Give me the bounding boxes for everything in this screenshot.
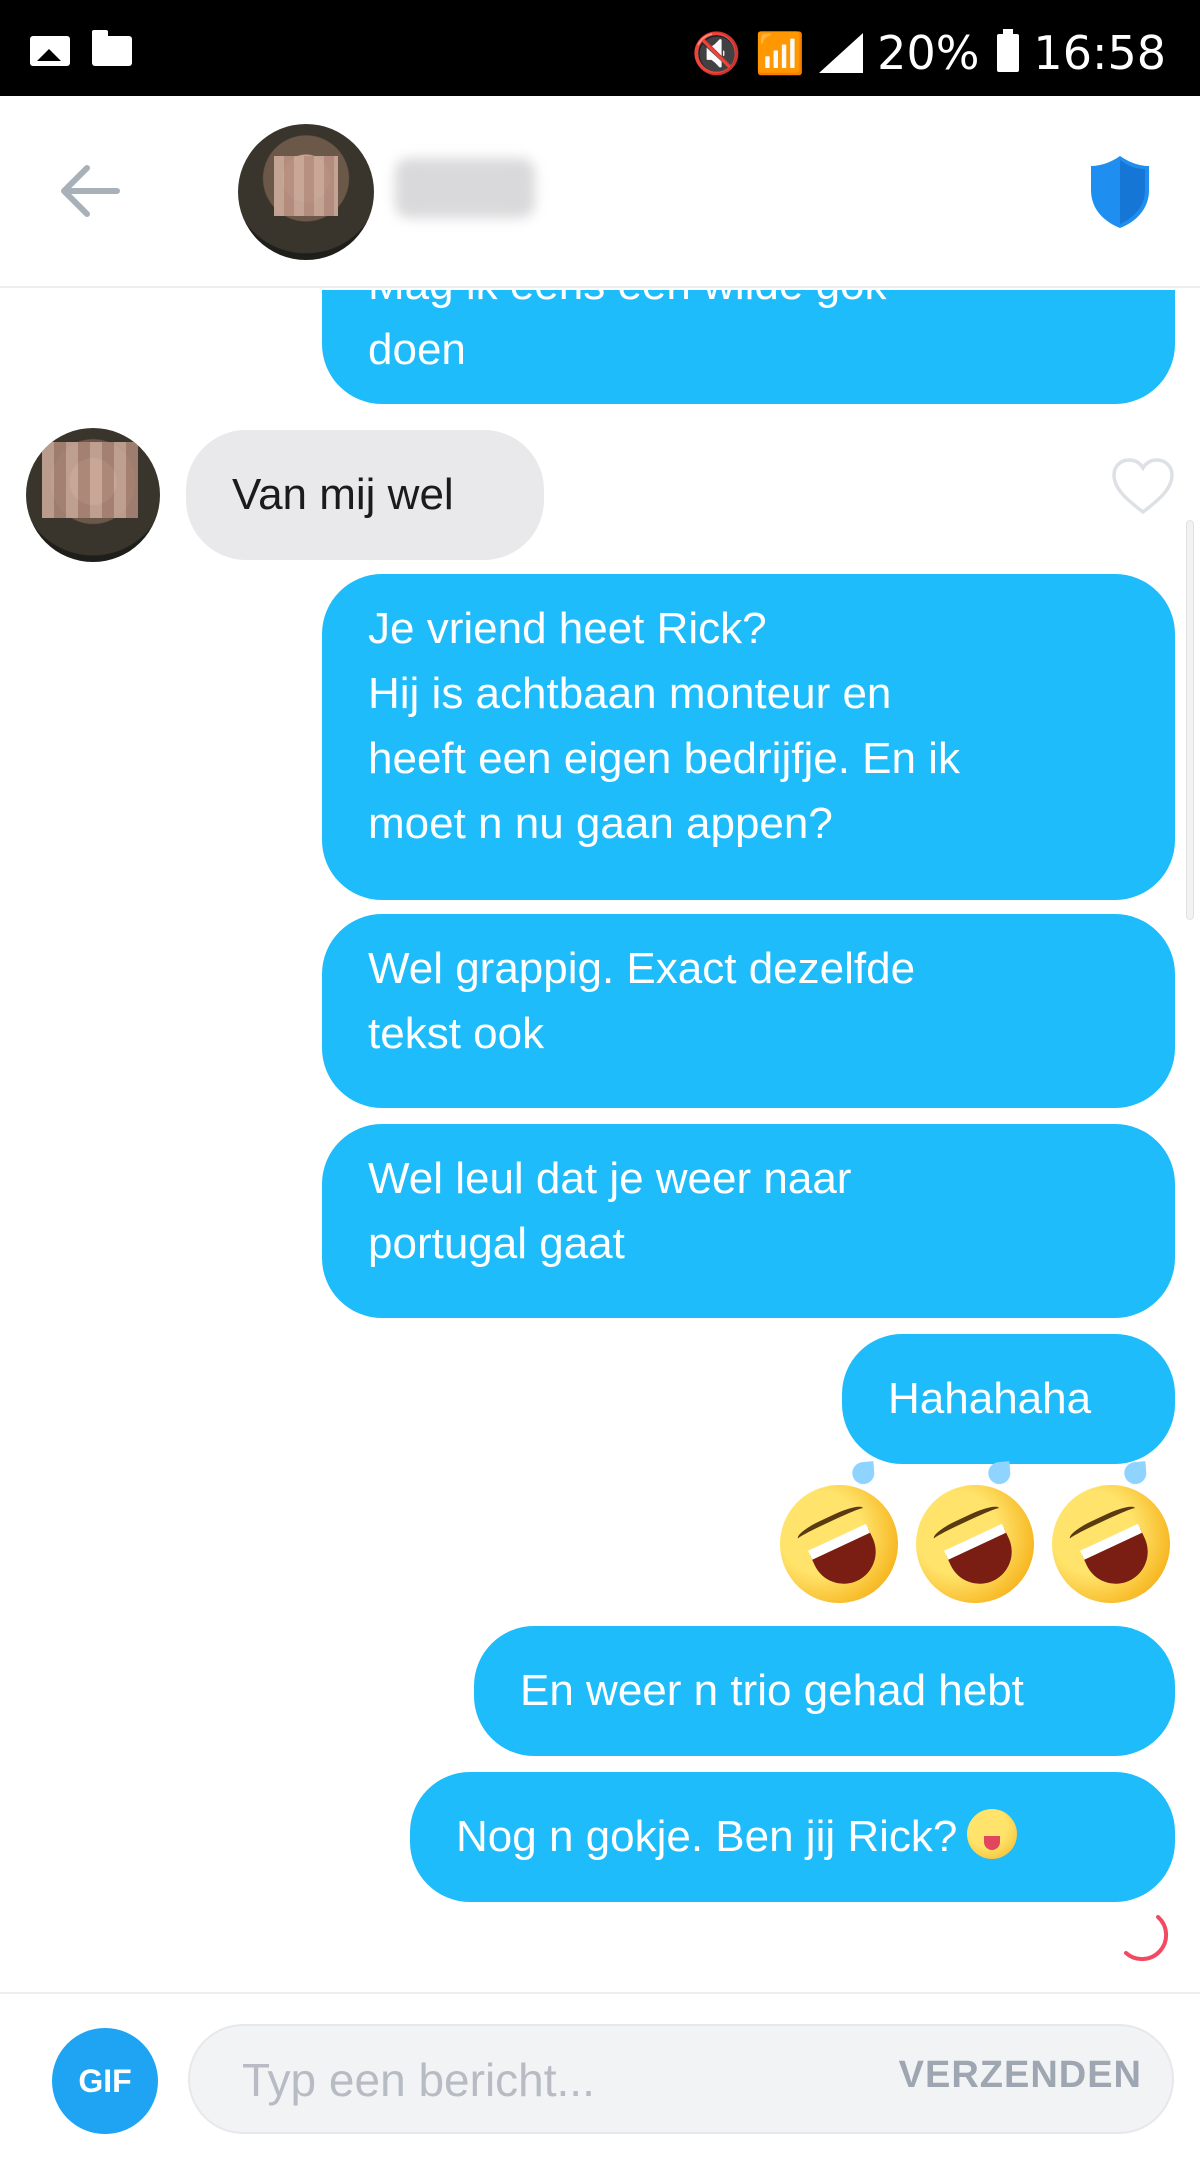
wifi-icon: 📶: [755, 30, 806, 77]
message-bubble-outgoing[interactable]: Je vriend heet Rick? Hij is achtbaan mon…: [322, 574, 1175, 900]
back-button[interactable]: [55, 156, 125, 226]
send-button[interactable]: VERZENDEN: [899, 2054, 1142, 2097]
chat-header: [0, 96, 1200, 288]
message-text: Wel grappig. Exact dezelfde tekst ook: [368, 944, 916, 1058]
message-text: Van mij wel: [232, 470, 454, 519]
message-text: Nog n gokje. Ben jij Rick?: [456, 1812, 958, 1861]
image-notification-icon: [30, 36, 70, 66]
rolling-on-floor-laughing-emoji: [760, 1461, 918, 1623]
message-bubble-outgoing[interactable]: Hahahaha: [842, 1334, 1175, 1464]
clock: 16:58: [1033, 26, 1166, 80]
message-text: En weer n trio gehad hebt: [520, 1666, 1024, 1715]
mute-icon: 🔇: [691, 30, 742, 77]
tear-icon: [851, 1461, 876, 1486]
message-input[interactable]: [242, 2050, 842, 2110]
battery-percent: 20%: [877, 26, 980, 80]
battery-icon: [997, 29, 1020, 72]
safety-button[interactable]: [1088, 154, 1152, 230]
heart-icon: [1112, 458, 1174, 515]
folder-notification-icon: [92, 30, 132, 66]
message-list[interactable]: Mag ik eens een wilde gok doen Van mij w…: [0, 290, 1200, 1990]
match-name-blurred[interactable]: [395, 158, 535, 218]
message-bubble-outgoing[interactable]: Nog n gokje. Ben jij Rick?: [410, 1772, 1175, 1902]
arrow-left-icon: [61, 165, 120, 217]
status-bar: 🔇 📶 20% 16:58: [0, 0, 1200, 96]
scrollbar[interactable]: [1186, 520, 1194, 920]
tear-icon: [987, 1461, 1012, 1486]
message-bubble-outgoing[interactable]: Mag ik eens een wilde gok doen: [322, 290, 1175, 404]
emoji-message[interactable]: [760, 1461, 1190, 1623]
spinner-icon: [1124, 1915, 1169, 1962]
message-composer: GIF VERZENDEN: [0, 1992, 1200, 2161]
message-field[interactable]: VERZENDEN: [188, 2024, 1174, 2134]
status-indicators: 🔇 📶 20% 16:58: [692, 26, 1166, 80]
message-bubble-incoming[interactable]: Van mij wel: [186, 430, 544, 560]
sending-status-icon: [1114, 1907, 1170, 1963]
message-text: Mag ik eens een wilde gok doen: [368, 290, 887, 374]
message-bubble-outgoing[interactable]: Wel grappig. Exact dezelfde tekst ook: [322, 914, 1175, 1108]
message-text: Je vriend heet Rick? Hij is achtbaan mon…: [368, 604, 960, 848]
rolling-on-floor-laughing-emoji: [896, 1461, 1054, 1623]
message-bubble-outgoing[interactable]: Wel leul dat je weer naar portugal gaat: [322, 1124, 1175, 1318]
match-avatar[interactable]: [238, 124, 374, 260]
sender-avatar[interactable]: [26, 428, 160, 562]
shield-icon: [1091, 156, 1149, 228]
status-notifications: [30, 30, 132, 66]
message-text: Hahahaha: [888, 1374, 1092, 1423]
signal-icon: [819, 33, 864, 73]
message-text: Wel leul dat je weer naar portugal gaat: [368, 1154, 852, 1268]
winking-tongue-emoji: [967, 1809, 1018, 1859]
tear-icon: [1123, 1461, 1148, 1486]
rolling-on-floor-laughing-emoji: [1032, 1461, 1190, 1623]
gif-button[interactable]: GIF: [52, 2028, 158, 2134]
message-bubble-outgoing[interactable]: En weer n trio gehad hebt: [474, 1626, 1175, 1756]
like-message-button[interactable]: [1110, 456, 1176, 516]
